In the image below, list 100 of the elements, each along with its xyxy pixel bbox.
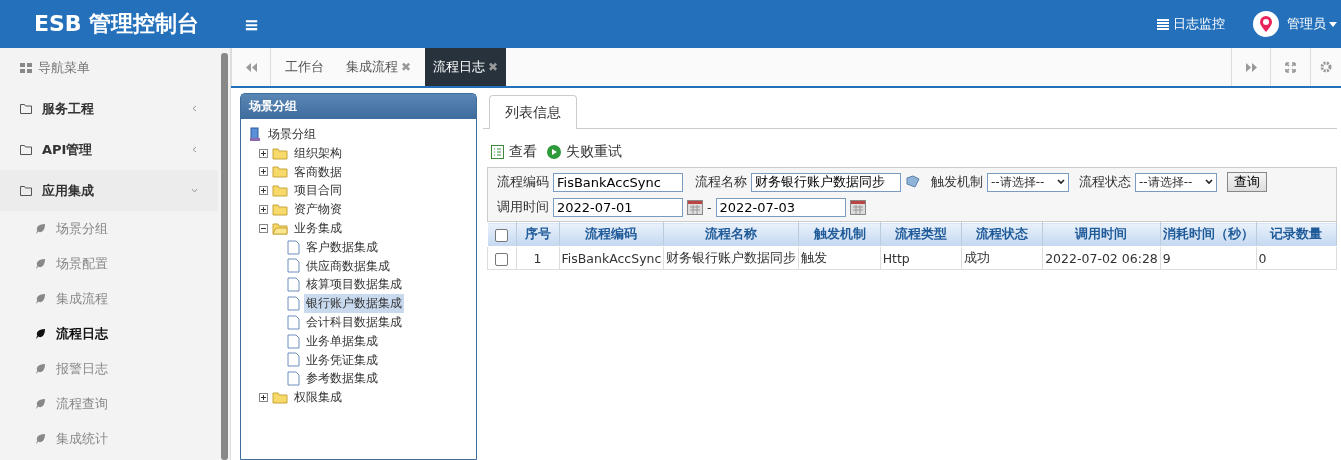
leaf-icon [34, 397, 46, 410]
folder-icon [272, 146, 288, 160]
tree-node[interactable]: 会计科目数据集成 [304, 312, 404, 332]
field-label: 触发机制 [931, 173, 983, 191]
folder-icon [272, 391, 288, 405]
field-label: 调用时间 [497, 199, 549, 216]
map-pin-icon [1259, 15, 1273, 33]
tree-node[interactable]: 资产物资 [292, 200, 344, 219]
list-icon [1157, 18, 1169, 30]
table-cell: Http [880, 246, 962, 270]
tab[interactable]: 列表信息 [489, 95, 577, 129]
row-checkbox[interactable] [495, 252, 509, 266]
expand-icon[interactable] [259, 186, 268, 196]
tree-node[interactable]: 客商数据 [292, 162, 344, 182]
field-label: 流程编码 [497, 173, 549, 191]
double-left-icon [245, 62, 257, 72]
select-all-checkbox[interactable] [495, 229, 509, 242]
chevron-left-icon [191, 146, 198, 153]
chevron-down-icon [1205, 179, 1213, 185]
log-monitor-link[interactable]: 日志监控 [1157, 15, 1225, 33]
nav-title: 导航菜单 [38, 59, 90, 77]
scroll-left-button[interactable] [231, 48, 271, 86]
table-cell: 0 [1256, 246, 1337, 270]
date-field[interactable]: 2022-07-01 [553, 198, 683, 217]
settings-icon [1320, 61, 1332, 73]
retry-button[interactable]: 失败重试 [547, 143, 622, 161]
tree-node[interactable]: 业务集成 [292, 219, 344, 238]
nav-group[interactable]: 服务工程 [0, 88, 218, 129]
column-header: 调用时间 [1042, 222, 1161, 247]
document-icon [287, 296, 300, 312]
scroll-right-button[interactable] [1231, 48, 1271, 86]
nav-group[interactable]: 应用集成 [0, 170, 218, 211]
chevron-left-icon [191, 105, 198, 112]
panel-title: 场景分组 [241, 94, 476, 119]
double-right-icon [1245, 62, 1257, 72]
tree-node[interactable]: 参考数据集成 [304, 369, 380, 389]
tree-node[interactable]: 核算项目数据集成 [304, 275, 404, 295]
input-field[interactable]: 财务银行账户数据同步 [751, 172, 901, 192]
grid-icon [20, 63, 32, 73]
tree-node[interactable]: 客户数据集成 [304, 237, 380, 257]
app-title: ESB 管理控制台 [33, 10, 201, 38]
expand-icon[interactable] [259, 167, 268, 177]
column-header: 流程编码 [559, 222, 664, 247]
expand-icon[interactable] [259, 148, 268, 158]
nav-group[interactable]: API管理 [0, 129, 218, 170]
tab[interactable]: 工作台 [277, 48, 332, 86]
leaf-icon [34, 327, 46, 340]
folder-icon [272, 165, 288, 179]
tree-node[interactable]: 项目合同 [292, 181, 344, 201]
dropdown[interactable]: --请选择-- [987, 172, 1069, 192]
date-field[interactable]: 2022-07-03 [715, 198, 846, 217]
input-field[interactable]: FisBankAccSync [553, 172, 683, 192]
document-icon [287, 277, 300, 293]
tab[interactable]: 集成流程 ✖ [338, 48, 420, 86]
menu-toggle[interactable]: ≡ [244, 13, 260, 35]
tree-node[interactable]: 场景分组 [266, 125, 318, 144]
collapse-icon[interactable] [259, 223, 268, 233]
open-folder-icon [272, 221, 288, 235]
document-icon [287, 371, 300, 387]
calendar-icon[interactable] [849, 200, 866, 215]
close-icon[interactable]: ✖ [488, 60, 499, 74]
chevron-down-icon [191, 187, 198, 194]
range-separator: - [707, 200, 712, 215]
view-button[interactable]: 查看 [491, 143, 537, 161]
calendar-icon[interactable] [687, 200, 703, 215]
avatar[interactable] [1253, 11, 1279, 37]
nav-item[interactable]: 流程日志 [0, 316, 218, 351]
tab[interactable]: 流程日志 ✖ [425, 48, 507, 86]
folder-outline-icon [20, 185, 32, 196]
table-cell: 1 [516, 246, 559, 270]
column-header: 触发机制 [798, 222, 881, 247]
folder-icon [272, 203, 288, 217]
leaf-icon [34, 292, 46, 305]
expand-icon [1285, 61, 1296, 73]
scrollbar-thumb[interactable] [220, 53, 228, 460]
document-icon [287, 239, 300, 255]
column-header: 记录数量 [1256, 222, 1337, 247]
column-header: 序号 [516, 222, 559, 247]
tree-node[interactable]: 业务单据集成 [304, 331, 380, 351]
query-button[interactable]: 查询 [1227, 172, 1267, 192]
play-icon [547, 145, 561, 159]
folder-icon [272, 184, 288, 198]
expand-icon[interactable] [259, 205, 268, 215]
table-cell: 2022-07-02 06:28 [1042, 246, 1161, 270]
tree-node[interactable]: 供应商数据集成 [304, 256, 392, 276]
caret-icon [1329, 21, 1337, 27]
leaf-icon [34, 362, 46, 375]
expand-icon[interactable] [259, 393, 268, 403]
tree-node[interactable]: 组织架构 [292, 143, 344, 163]
user-menu[interactable]: 管理员 [1287, 15, 1337, 33]
leaf-icon [34, 222, 46, 235]
column-header: 流程名称 [663, 222, 799, 247]
tree-node[interactable]: 业务凭证集成 [304, 350, 380, 370]
document-icon [287, 333, 300, 349]
dropdown[interactable]: --请选择-- [1135, 172, 1217, 192]
tree-node[interactable]: 银行账户数据集成 [304, 294, 404, 313]
document-icon [287, 258, 300, 274]
field-label: 流程状态 [1079, 173, 1131, 191]
folder-outline-icon [20, 103, 32, 114]
tree-node[interactable]: 权限集成 [292, 388, 344, 407]
